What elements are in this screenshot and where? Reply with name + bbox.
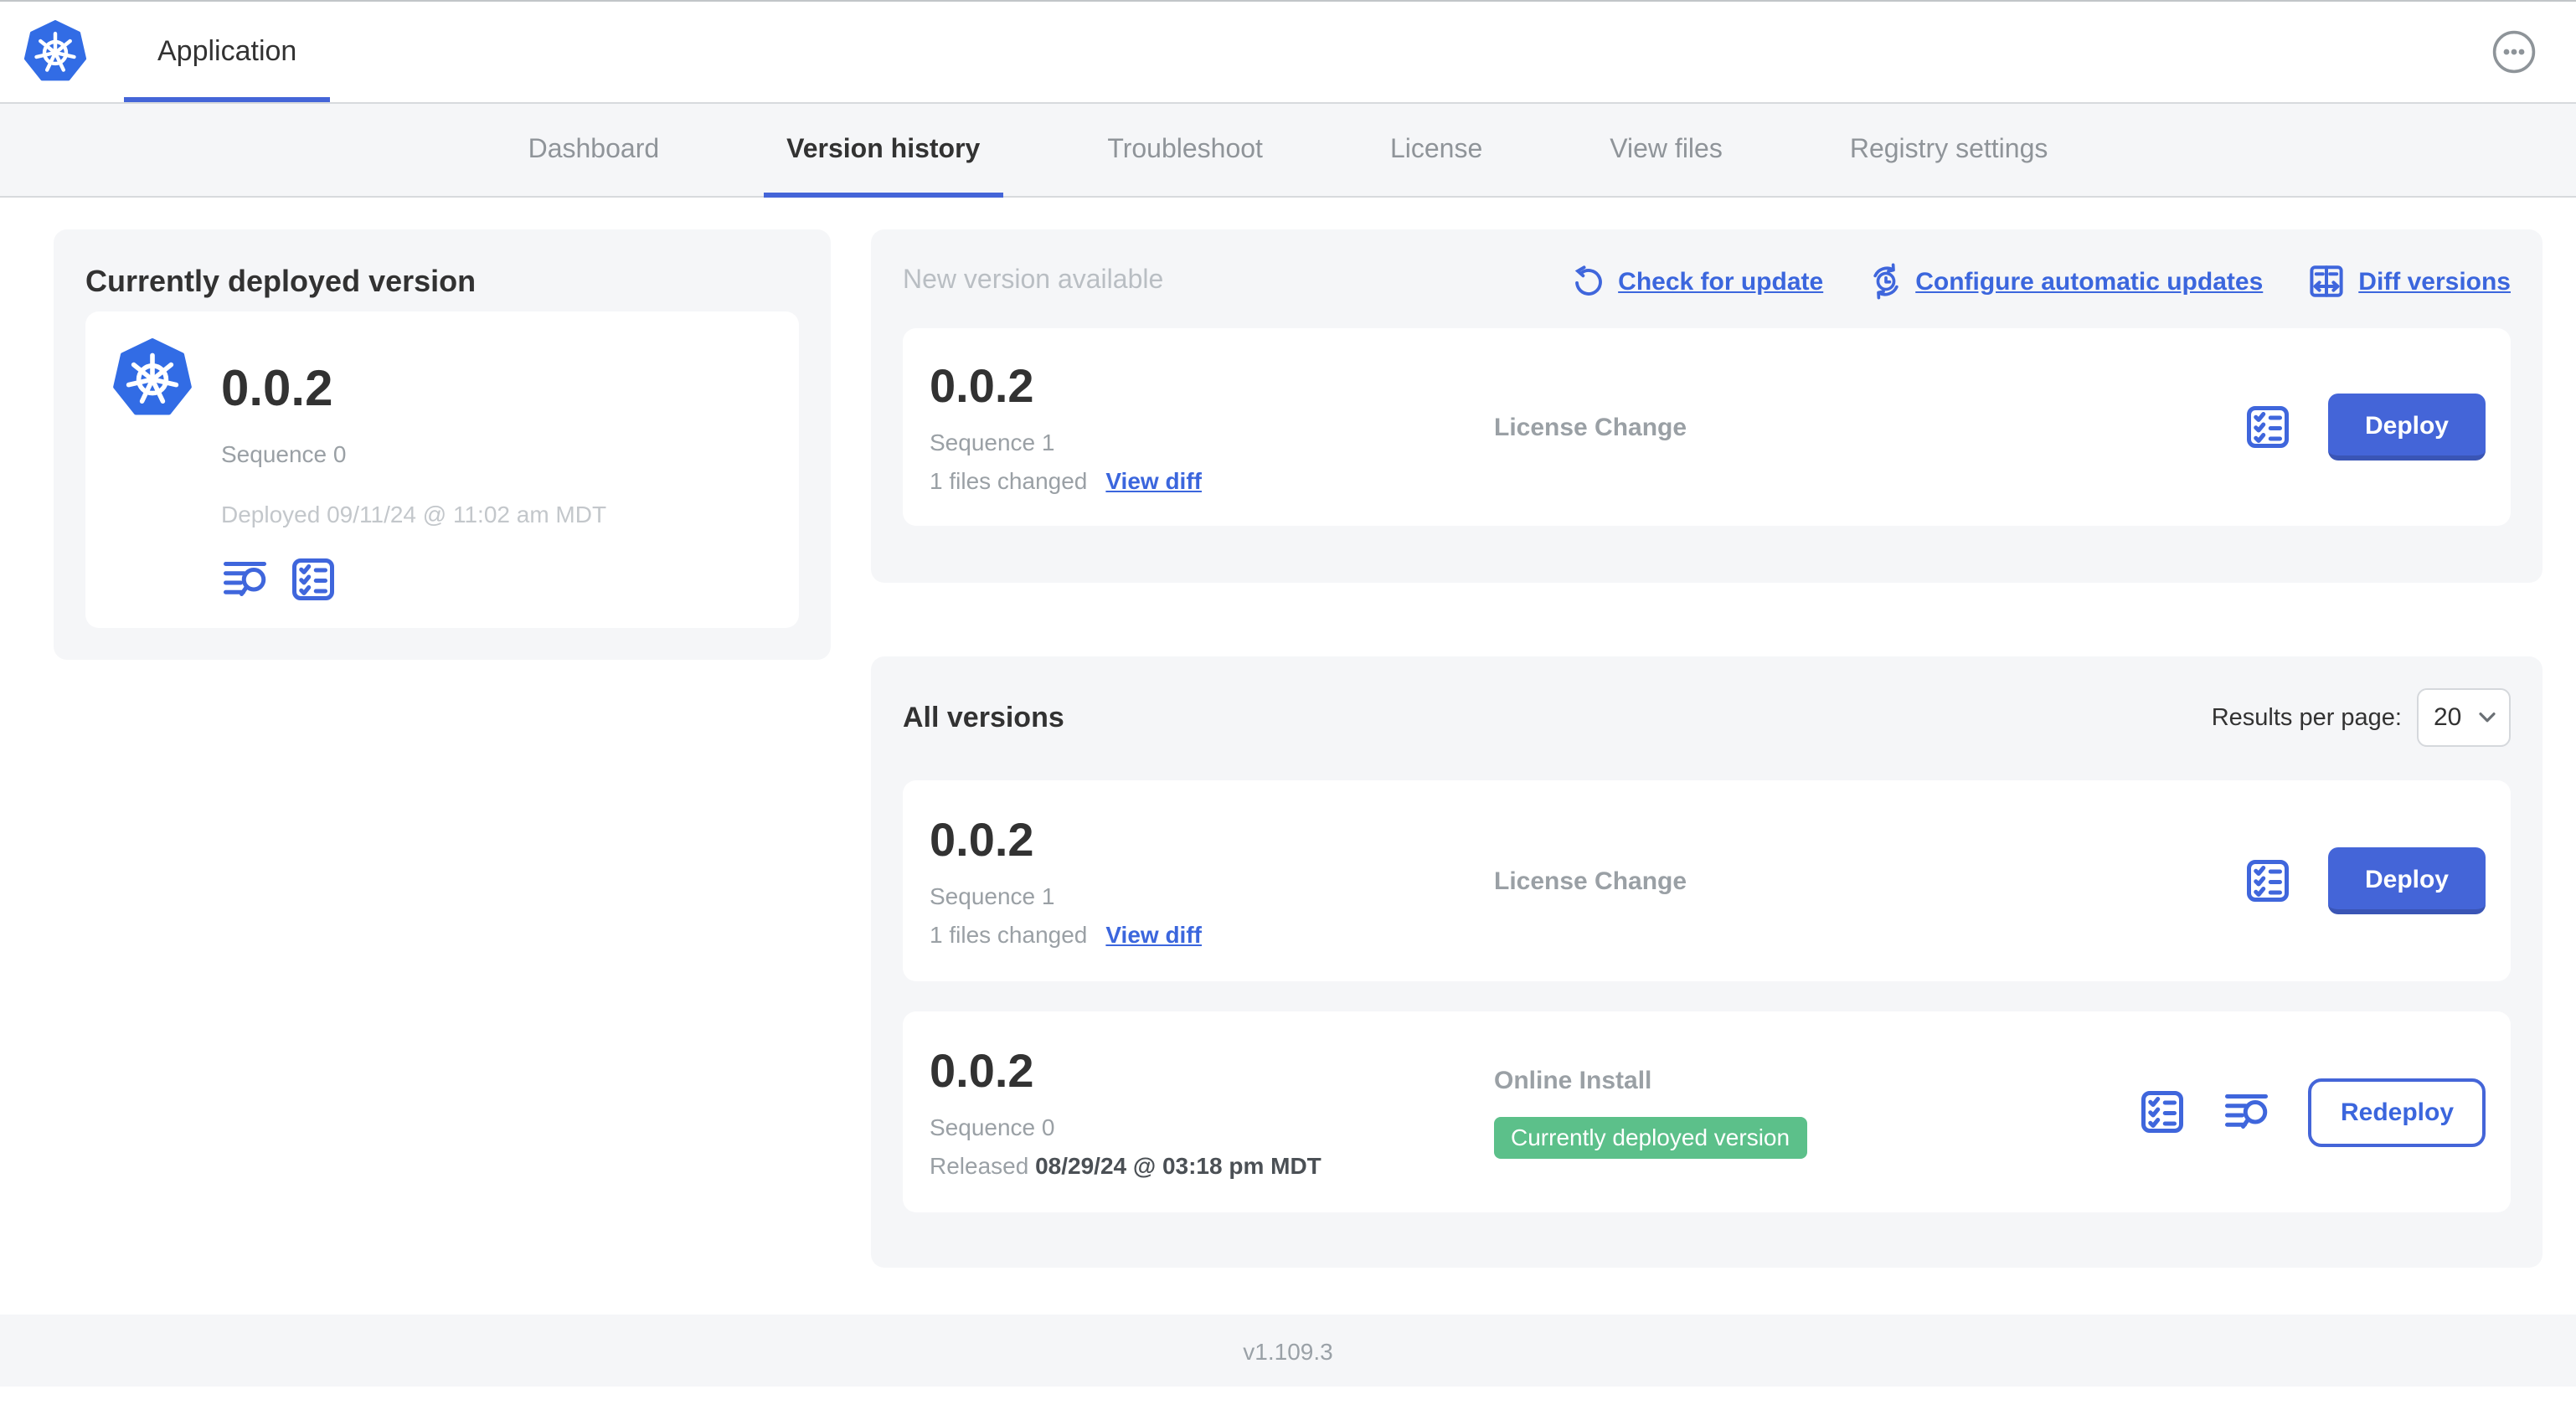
ellipsis-icon: [2492, 30, 2536, 74]
new-version-row: 0.0.2 Sequence 1 1 files changed View dif…: [903, 328, 2511, 526]
version-row-sequence-0: 0.0.2 Sequence 0 Released 08/29/24 @ 03:…: [903, 1011, 2511, 1212]
new-version-title: New version available: [903, 266, 1164, 295]
logs-icon: [221, 554, 271, 605]
app-tab-active-underline: [124, 97, 331, 102]
version-number: 0.0.2: [930, 360, 1034, 412]
files-changed: 1 files changed: [930, 467, 1088, 494]
version-row-sequence-1: 0.0.2 Sequence 1 1 files changed View dif…: [903, 780, 2511, 981]
deployed-timestamp: Deployed 09/11/24 @ 11:02 am MDT: [221, 501, 607, 527]
application-kubernetes-icon: [112, 338, 193, 605]
logs-icon: [2223, 1087, 2274, 1137]
right-column: New version available Check for update C…: [871, 229, 2543, 1268]
diff-icon: [2310, 265, 2343, 297]
released-timestamp: Released 08/29/24 @ 03:18 pm MDT: [930, 1152, 1321, 1179]
app-tab[interactable]: Application: [124, 2, 331, 102]
all-versions-panel: All versions Results per page: 20 0.0.2 …: [871, 656, 2543, 1268]
version-number: 0.0.2: [930, 814, 1034, 866]
currently-deployed-panel: Currently deployed version 0.0.2 Sequenc…: [54, 229, 831, 660]
main-content: Currently deployed version 0.0.2 Sequenc…: [0, 198, 2576, 1315]
deploy-button[interactable]: Deploy: [2327, 394, 2486, 461]
preflight-checks-button[interactable]: [2243, 856, 2293, 906]
redeploy-button[interactable]: Redeploy: [2308, 1078, 2486, 1146]
overflow-menu-button[interactable]: [2492, 30, 2536, 74]
view-diff-link[interactable]: View diff: [1105, 467, 1202, 494]
tab-license[interactable]: License: [1367, 104, 1506, 196]
version-actions: Check for update Configure automatic upd…: [1571, 261, 2511, 301]
currently-deployed-title: Currently deployed version: [85, 265, 477, 298]
deploy-logs-button[interactable]: [2223, 1087, 2274, 1137]
all-versions-title: All versions: [903, 701, 1064, 733]
checklist-icon: [2138, 1087, 2188, 1137]
version-sequence: Sequence 1: [930, 429, 1055, 455]
deployed-actions: [221, 554, 606, 605]
preflight-checks-button[interactable]: [2243, 402, 2293, 452]
currently-deployed-badge: Currently deployed version: [1494, 1116, 1807, 1158]
tab-troubleshoot[interactable]: Troubleshoot: [1084, 104, 1286, 196]
refresh-icon: [1571, 264, 1607, 299]
deploy-logs-button[interactable]: [221, 554, 271, 605]
preflight-checks-button[interactable]: [288, 554, 338, 605]
checklist-icon: [288, 554, 338, 605]
subnav: Dashboard Version history Troubleshoot L…: [0, 102, 2576, 198]
results-per-page: Results per page: 20: [2212, 688, 2511, 747]
new-version-panel: New version available Check for update C…: [871, 229, 2543, 583]
tab-dashboard[interactable]: Dashboard: [505, 104, 683, 196]
kubernetes-logo-icon: [23, 20, 87, 84]
chevron-down-icon: [2479, 712, 2496, 723]
check-for-update-link[interactable]: Check for update: [1571, 264, 1823, 299]
version-source: License Change: [1494, 413, 1687, 441]
version-number: 0.0.2: [930, 1045, 1034, 1097]
deployed-sequence: Sequence 0: [221, 440, 347, 467]
version-sequence: Sequence 0: [930, 1114, 1055, 1140]
version-source: Online Install: [1494, 1066, 1652, 1094]
app-title: Application: [157, 35, 297, 67]
tab-view-files[interactable]: View files: [1586, 104, 1746, 196]
app-root: Application Dashboard Version history Tr…: [0, 0, 2576, 1415]
results-per-page-label: Results per page:: [2211, 704, 2402, 731]
version-source: License Change: [1494, 867, 1687, 895]
console-version: v1.109.3: [1243, 1337, 1333, 1364]
tab-registry-settings[interactable]: Registry settings: [1826, 104, 2072, 196]
tab-version-history[interactable]: Version history: [763, 104, 1003, 198]
checklist-icon: [2243, 856, 2293, 906]
configure-automatic-updates-link[interactable]: Configure automatic updates: [1867, 263, 2263, 300]
deploy-button[interactable]: Deploy: [2327, 847, 2486, 914]
deployed-version-number: 0.0.2: [221, 362, 333, 417]
checklist-icon: [2243, 402, 2293, 452]
topbar: Application: [0, 0, 2576, 102]
preflight-checks-button[interactable]: [2138, 1087, 2188, 1137]
results-per-page-select[interactable]: 20: [2417, 688, 2511, 747]
diff-versions-link[interactable]: Diff versions: [2306, 261, 2511, 301]
files-changed: 1 files changed: [930, 921, 1088, 948]
footer: v1.109.3: [0, 1315, 2576, 1387]
view-diff-link[interactable]: View diff: [1105, 921, 1202, 948]
version-sequence: Sequence 1: [930, 882, 1055, 909]
clock-sync-icon: [1873, 263, 1898, 300]
currently-deployed-card: 0.0.2 Sequence 0 Deployed 09/11/24 @ 11:…: [85, 311, 799, 628]
